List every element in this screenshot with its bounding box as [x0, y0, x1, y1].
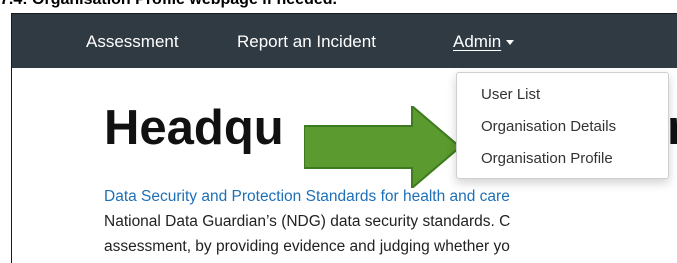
- arrow-right-icon: [304, 106, 460, 188]
- standards-link[interactable]: Data Security and Protection Standards f…: [104, 188, 510, 206]
- nav-report-incident[interactable]: Report an Incident: [237, 32, 376, 52]
- nav-admin[interactable]: Admin: [453, 32, 515, 52]
- top-navbar: Assessment Report an Incident Admin: [12, 14, 677, 68]
- browser-frame: Assessment Report an Incident Admin Head…: [11, 13, 677, 263]
- nav-admin-label: Admin: [453, 32, 502, 51]
- page-title: Headqu: [104, 101, 284, 155]
- menu-item-organisation-details[interactable]: Organisation Details: [481, 118, 616, 135]
- document-caption: 7.4: Organisation Profile webpage if nee…: [0, 0, 677, 9]
- nav-assessment[interactable]: Assessment: [86, 32, 179, 52]
- intro-text-line-2: National Data Guardian’s (NDG) data secu…: [104, 213, 511, 230]
- admin-dropdown-menu: User List Organisation Details Organisat…: [456, 72, 669, 179]
- intro-text-line-3: assessment, by providing evidence and ju…: [104, 238, 510, 255]
- menu-item-organisation-profile[interactable]: Organisation Profile: [481, 150, 613, 167]
- menu-item-user-list[interactable]: User List: [481, 86, 540, 103]
- caret-down-icon: [506, 40, 515, 46]
